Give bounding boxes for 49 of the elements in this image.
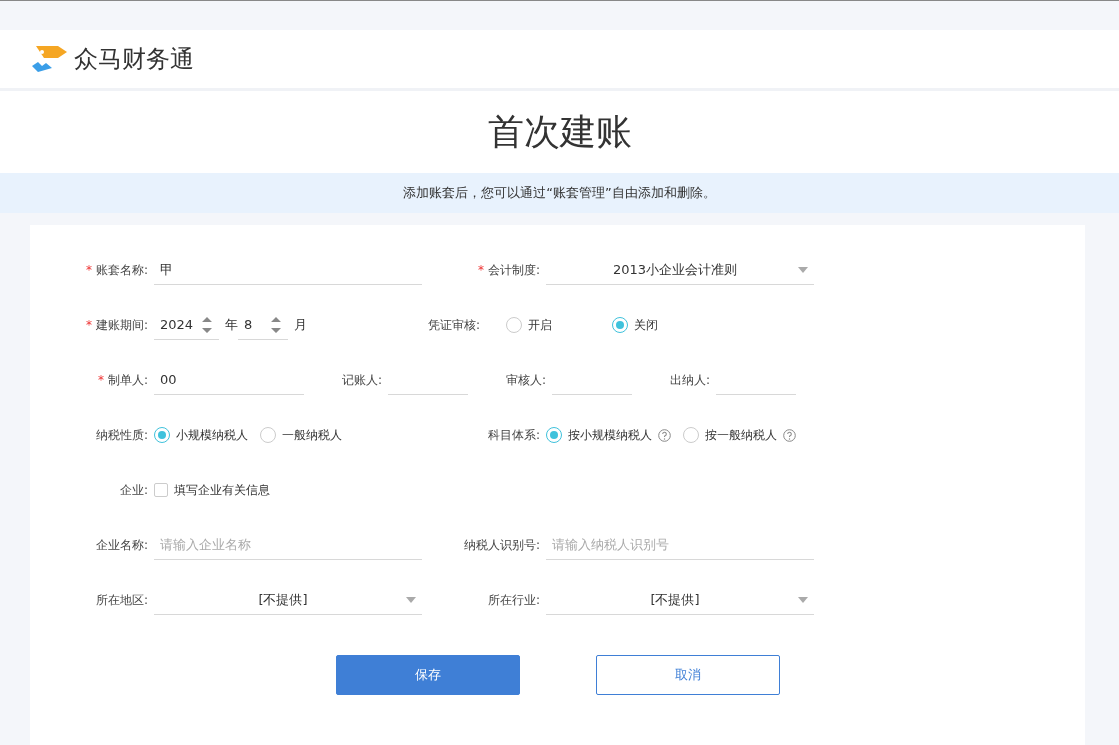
select-field[interactable]: [不提供] [546, 585, 814, 615]
help-icon[interactable] [658, 428, 671, 442]
unit-label: 年 [225, 316, 238, 334]
logo-icon [30, 44, 68, 74]
notice-banner: 添加账套后，您可以通过“账套管理”自由添加和删除。 [0, 173, 1119, 213]
dropdown-caret-icon [798, 266, 808, 273]
field-label: 企业名称: [95, 536, 148, 554]
radio-label[interactable]: 一般纳税人 [282, 426, 342, 444]
field-label: 会计制度: [487, 261, 540, 279]
field-label: 科目体系: [487, 426, 540, 444]
page-title: 首次建账 [487, 109, 632, 154]
radio-label[interactable]: 开启 [528, 316, 552, 334]
checkbox-label[interactable]: 填写企业有关信息 [174, 481, 270, 499]
radio-label[interactable]: 按小规模纳税人 [568, 426, 652, 444]
field-label: 建账期间: [95, 316, 148, 334]
dropdown-caret-icon [406, 596, 416, 603]
save-button[interactable]: 保存 [336, 655, 520, 695]
field-label: 所在行业: [487, 591, 540, 609]
field-label: 所在地区: [95, 591, 148, 609]
field-label: 制单人: [107, 371, 148, 389]
input-field[interactable]: 00 [154, 365, 304, 395]
field-label: 审核人: [505, 371, 546, 389]
help-icon[interactable] [783, 428, 796, 442]
year-input[interactable]: 2024 [154, 310, 219, 340]
radio-label[interactable]: 关闭 [634, 316, 658, 334]
field-label: 企业: [119, 481, 148, 499]
field-label: 账套名称: [95, 261, 148, 279]
cancel-button[interactable]: 取消 [596, 655, 780, 695]
radio-label[interactable]: 小规模纳税人 [176, 426, 248, 444]
select-field[interactable]: [不提供] [154, 585, 422, 615]
month-input[interactable]: 8 [238, 310, 288, 340]
dropdown-caret-icon [798, 596, 808, 603]
required-asterisk: * [85, 318, 92, 332]
logo-text: 众马财务通 [74, 44, 194, 75]
input-field[interactable]: 甲 [154, 255, 422, 285]
field-label: 记账人: [341, 371, 382, 389]
spinner-arrows-icon[interactable] [201, 314, 213, 335]
select-field[interactable]: 2013小企业会计准则 [546, 255, 814, 285]
radio-label[interactable]: 按一般纳税人 [705, 426, 777, 444]
field-label: 出纳人: [669, 371, 710, 389]
required-asterisk: * [97, 373, 104, 387]
required-asterisk: * [85, 263, 92, 277]
field-label: 凭证审核: [427, 316, 480, 334]
checkbox[interactable] [154, 483, 168, 497]
unit-label: 月 [294, 316, 307, 334]
field-label: 纳税性质: [95, 426, 148, 444]
required-asterisk: * [477, 263, 484, 277]
field-label: 纳税人识别号: [463, 536, 540, 554]
spinner-arrows-icon[interactable] [270, 314, 282, 335]
